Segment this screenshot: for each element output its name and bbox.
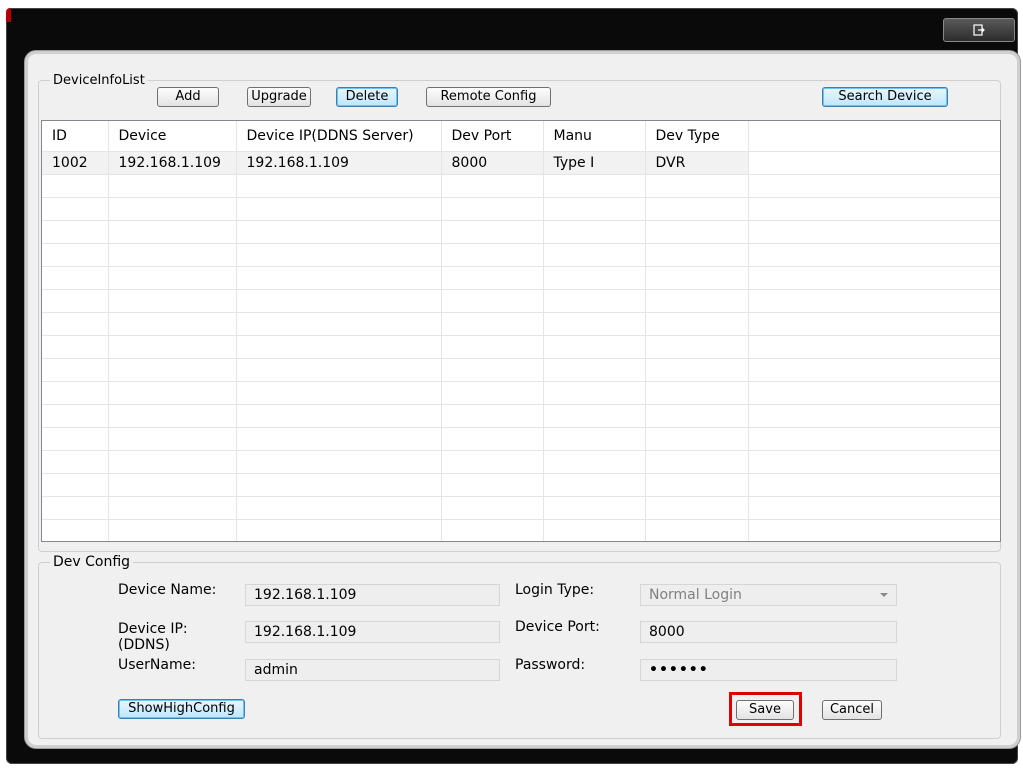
cell-dev-port: 8000 (441, 151, 544, 175)
table-row-empty (42, 197, 1000, 221)
device-ip-label: Device IP: (DDNS) (118, 621, 188, 653)
login-type-label: Login Type: (515, 582, 595, 598)
login-type-value: Normal Login (649, 587, 742, 603)
show-high-config-button[interactable]: ShowHighConfig (118, 699, 245, 719)
device-name-label: Device Name: (118, 582, 217, 598)
table-row-empty (42, 519, 1000, 541)
window-corner-accent (6, 8, 11, 22)
column-header-dev-port[interactable]: Dev Port (441, 121, 544, 152)
cell-dev-type: DVR (645, 151, 749, 175)
save-highlight-box (729, 692, 802, 726)
cell-device: 192.168.1.109 (108, 151, 237, 175)
device-port-field[interactable]: 8000 (640, 621, 897, 643)
table-row-empty (42, 381, 1000, 405)
table-row-empty (42, 358, 1000, 382)
column-header-id[interactable]: ID (42, 121, 109, 152)
username-label: UserName: (118, 657, 196, 673)
table-row-empty (42, 404, 1000, 428)
username-field[interactable]: admin (245, 659, 500, 681)
table-header-row: ID Device Device IP(DDNS Server) Dev Por… (42, 121, 1000, 152)
column-header-manu[interactable]: Manu (543, 121, 646, 152)
upgrade-button[interactable]: Upgrade (247, 87, 311, 107)
cell-filler (748, 151, 1000, 175)
column-header-device-ip[interactable]: Device IP(DDNS Server) (236, 121, 442, 152)
chevron-down-icon (880, 593, 888, 597)
delete-button[interactable]: Delete (336, 87, 398, 107)
cell-device-ip: 192.168.1.109 (236, 151, 442, 175)
login-type-select[interactable]: Normal Login (640, 584, 897, 606)
table-row-empty (42, 220, 1000, 244)
table-row-empty (42, 427, 1000, 451)
table-row-empty (42, 289, 1000, 313)
table-row-empty (42, 266, 1000, 290)
column-header-filler (748, 121, 1000, 152)
device-ip-label-line1: Device IP: (118, 621, 188, 637)
dev-config-title: Dev Config (50, 554, 134, 570)
password-label: Password: (515, 657, 586, 673)
table-row[interactable]: 1002 192.168.1.109 192.168.1.109 8000 Ty… (42, 151, 1000, 175)
table-row-empty (42, 450, 1000, 474)
device-info-list-title: DeviceInfoList (50, 73, 148, 88)
table-row-empty (42, 243, 1000, 267)
cell-id: 1002 (42, 151, 109, 175)
cell-manu: Type I (543, 151, 646, 175)
table-row-empty (42, 174, 1000, 198)
exit-icon (973, 23, 985, 36)
search-device-button[interactable]: Search Device (822, 87, 948, 107)
remote-config-button[interactable]: Remote Config (426, 87, 551, 107)
device-name-field[interactable]: 192.168.1.109 (245, 584, 500, 606)
add-button[interactable]: Add (157, 87, 219, 107)
table-row-empty (42, 496, 1000, 520)
cancel-button[interactable]: Cancel (822, 700, 882, 720)
table-row-empty (42, 312, 1000, 336)
table-row-empty (42, 473, 1000, 497)
exit-button[interactable] (943, 18, 1015, 42)
device-ip-field[interactable]: 192.168.1.109 (245, 621, 500, 643)
column-header-dev-type[interactable]: Dev Type (645, 121, 749, 152)
table-row-empty (42, 335, 1000, 359)
device-table[interactable]: ID Device Device IP(DDNS Server) Dev Por… (41, 120, 1001, 542)
device-ip-label-line2: (DDNS) (118, 637, 170, 653)
column-header-device[interactable]: Device (108, 121, 237, 152)
password-field[interactable]: •••••• (640, 659, 897, 681)
device-port-label: Device Port: (515, 619, 600, 635)
